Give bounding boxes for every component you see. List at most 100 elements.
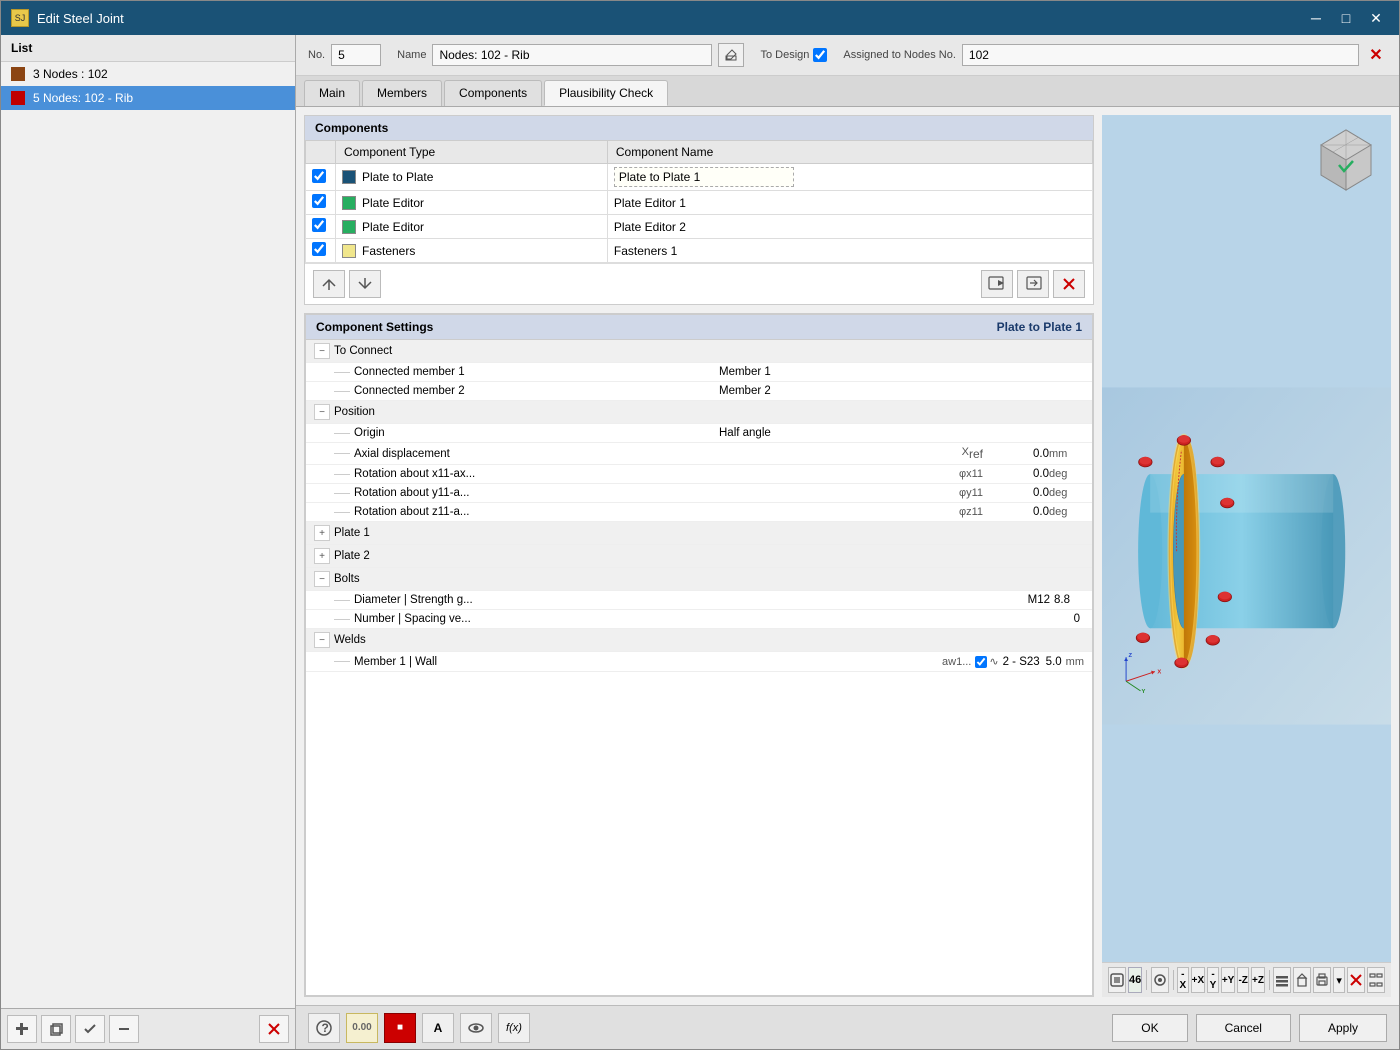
list-item-label: 5 Nodes: 102 - Rib bbox=[33, 91, 133, 105]
comp-checkbox-3[interactable] bbox=[312, 218, 326, 232]
close-button[interactable]: ✕ bbox=[1363, 7, 1389, 29]
col-type: Component Type bbox=[336, 141, 608, 164]
view-layers-button[interactable] bbox=[1273, 967, 1291, 993]
svg-text:Z: Z bbox=[1128, 653, 1132, 659]
view-more-button[interactable]: ▾ bbox=[1333, 967, 1345, 993]
expand-welds[interactable]: − bbox=[314, 632, 330, 648]
tab-components[interactable]: Components bbox=[444, 80, 542, 106]
delete-component-button[interactable] bbox=[1053, 270, 1085, 298]
assigned-field-group: Assigned to Nodes No. ✕ bbox=[843, 44, 1387, 66]
copy-button[interactable] bbox=[41, 1015, 71, 1043]
add-button[interactable] bbox=[7, 1015, 37, 1043]
no-input[interactable] bbox=[331, 44, 381, 66]
expand-to-connect[interactable]: − bbox=[314, 343, 330, 359]
view-toolbar: 46 -X +X bbox=[1102, 962, 1391, 997]
move-down-button[interactable] bbox=[349, 270, 381, 298]
connected-member-1-value: Member 1 bbox=[719, 366, 1084, 378]
view-render-button[interactable] bbox=[1108, 967, 1126, 993]
expand-plate2[interactable]: + bbox=[314, 548, 330, 564]
settings-title: Component Settings bbox=[316, 320, 433, 334]
view-xplus-button[interactable]: +X bbox=[1191, 967, 1206, 993]
view-yplus-button[interactable]: +Y bbox=[1221, 967, 1236, 993]
left-panel: List 3 Nodes : 102 5 Nodes: 102 - Rib bbox=[1, 35, 296, 1049]
to-design-checkbox[interactable] bbox=[813, 48, 827, 62]
comp-color-2 bbox=[342, 196, 356, 210]
comp-checkbox-1[interactable] bbox=[312, 169, 326, 183]
comp-checkbox-2[interactable] bbox=[312, 194, 326, 208]
comp-name-2: Plate Editor 1 bbox=[614, 196, 686, 210]
delete-list-button[interactable] bbox=[259, 1015, 289, 1043]
expand-plate1[interactable]: + bbox=[314, 525, 330, 541]
list-item-selected[interactable]: 5 Nodes: 102 - Rib bbox=[1, 86, 295, 110]
check-button[interactable] bbox=[75, 1015, 105, 1043]
help-button[interactable]: ? bbox=[308, 1013, 340, 1043]
rotation-y-sub: φy11 bbox=[909, 487, 989, 499]
comp-type-3: Plate Editor bbox=[362, 220, 424, 234]
view-button[interactable] bbox=[460, 1013, 492, 1043]
position-label: Position bbox=[334, 406, 1084, 418]
import-button[interactable] bbox=[981, 270, 1013, 298]
maximize-button[interactable]: □ bbox=[1333, 7, 1359, 29]
assigned-input[interactable] bbox=[962, 44, 1359, 66]
rotation-x-unit: deg bbox=[1049, 468, 1084, 480]
svg-text:Y: Y bbox=[1141, 689, 1145, 695]
minimize-button[interactable]: ─ bbox=[1303, 7, 1329, 29]
components-header: Components bbox=[305, 116, 1093, 140]
ok-button[interactable]: OK bbox=[1112, 1014, 1187, 1042]
tab-main[interactable]: Main bbox=[304, 80, 360, 106]
comp-name-4: Fasteners 1 bbox=[614, 244, 677, 258]
view-icon bbox=[467, 1019, 485, 1037]
table-row: Fasteners Fasteners 1 bbox=[306, 239, 1093, 263]
section-to-connect[interactable]: − To Connect bbox=[306, 340, 1092, 363]
text-a-button[interactable]: A bbox=[422, 1013, 454, 1043]
rotation-y-row: Rotation about y11-a... φy11 0.0 deg bbox=[306, 484, 1092, 503]
uncheck-button[interactable] bbox=[109, 1015, 139, 1043]
3d-view: Z X Y bbox=[1102, 115, 1391, 997]
tab-plausibility[interactable]: Plausibility Check bbox=[544, 80, 668, 106]
section-bolts[interactable]: − Bolts bbox=[306, 568, 1092, 591]
comp-name-input-1[interactable] bbox=[614, 167, 794, 187]
item-color-icon bbox=[11, 91, 25, 105]
export-button[interactable] bbox=[1017, 270, 1049, 298]
view-cross-button[interactable] bbox=[1347, 967, 1365, 993]
weld-checkbox[interactable] bbox=[975, 656, 987, 668]
col-name: Component Name bbox=[607, 141, 1092, 164]
view-settings-button[interactable] bbox=[1151, 967, 1169, 993]
expand-bolts[interactable]: − bbox=[314, 571, 330, 587]
assigned-delete-button[interactable]: ✕ bbox=[1365, 44, 1387, 66]
tab-panel: Main Members Components Plausibility Che… bbox=[296, 76, 1399, 1005]
nav-cube[interactable] bbox=[1311, 125, 1381, 195]
list-item[interactable]: 3 Nodes : 102 bbox=[1, 62, 295, 86]
main-window: SJ Edit Steel Joint ─ □ ✕ List 3 Nodes :… bbox=[0, 0, 1400, 1050]
comp-checkbox-4[interactable] bbox=[312, 242, 326, 256]
section-position[interactable]: − Position bbox=[306, 401, 1092, 424]
move-up-button[interactable] bbox=[313, 270, 345, 298]
rotation-y-value: 0.0 bbox=[989, 487, 1049, 499]
diameter-value: M12 bbox=[1028, 594, 1050, 606]
name-field-group: Name bbox=[397, 43, 744, 67]
number-label: Number | Spacing ve... bbox=[354, 613, 1074, 625]
view-fullscreen-button[interactable] bbox=[1367, 967, 1385, 993]
view-xminus-button[interactable]: -X bbox=[1177, 967, 1189, 993]
section-welds[interactable]: − Welds bbox=[306, 629, 1092, 652]
view-yminus-button[interactable]: -Y bbox=[1207, 967, 1219, 993]
cancel-button[interactable]: Cancel bbox=[1196, 1014, 1291, 1042]
welds-label: Welds bbox=[334, 634, 1084, 646]
export-icon bbox=[1024, 275, 1042, 293]
view-zminus-button[interactable]: -Z bbox=[1237, 967, 1249, 993]
section-plate1[interactable]: + Plate 1 bbox=[306, 522, 1092, 545]
zero-button[interactable]: 0.00 bbox=[346, 1013, 378, 1043]
apply-button[interactable]: Apply bbox=[1299, 1014, 1387, 1042]
tab-members[interactable]: Members bbox=[362, 80, 442, 106]
name-edit-button[interactable] bbox=[718, 43, 744, 67]
origin-label: Origin bbox=[354, 427, 719, 439]
view-print-button[interactable] bbox=[1313, 967, 1331, 993]
rotation-z-label: Rotation about z11-a... bbox=[354, 506, 909, 518]
red-square-button[interactable]: ■ bbox=[384, 1013, 416, 1043]
expand-position[interactable]: − bbox=[314, 404, 330, 420]
name-input[interactable] bbox=[432, 44, 712, 66]
view-3d-button[interactable] bbox=[1293, 967, 1311, 993]
function-button[interactable]: f(x) bbox=[498, 1013, 530, 1043]
view-zplus-button[interactable]: +Z bbox=[1251, 967, 1265, 993]
section-plate2[interactable]: + Plate 2 bbox=[306, 545, 1092, 568]
